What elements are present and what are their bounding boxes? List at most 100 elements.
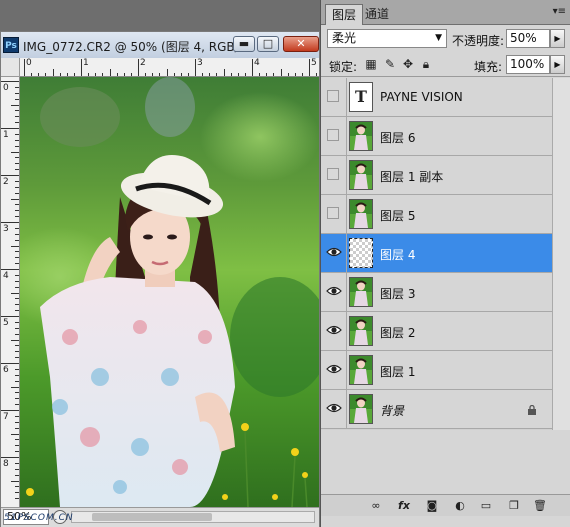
layer-row[interactable]: 背景 bbox=[321, 390, 552, 429]
panel-tabs: 图层 通道 ▾≡ bbox=[321, 0, 570, 25]
visibility-toggle[interactable] bbox=[321, 195, 347, 233]
ruler-tick bbox=[15, 204, 19, 206]
lock-position-move-icon[interactable]: ✥ bbox=[401, 57, 415, 71]
ruler-tick bbox=[15, 239, 19, 241]
ruler-label: 7 bbox=[3, 412, 9, 422]
trash-icon[interactable]: 🗑︎ bbox=[533, 499, 547, 513]
layer-photo-thumbnail bbox=[350, 122, 372, 150]
ruler-tick bbox=[15, 192, 19, 194]
layer-name[interactable]: 图层 2 bbox=[380, 324, 415, 341]
ruler-tick bbox=[11, 292, 19, 294]
ruler-label: 0 bbox=[26, 58, 32, 68]
layer-row[interactable]: 图层 3 bbox=[321, 273, 552, 312]
layer-name[interactable]: 图层 1 bbox=[380, 363, 415, 380]
layer-thumbnail[interactable] bbox=[349, 355, 373, 385]
layer-name[interactable]: 图层 5 bbox=[380, 207, 415, 224]
ruler-tick bbox=[1, 175, 19, 176]
layer-row[interactable]: T PAYNE VISION bbox=[321, 78, 552, 117]
lock-all-icon[interactable]: 🔒︎ bbox=[419, 57, 433, 71]
ruler-tick bbox=[11, 433, 19, 435]
ruler-tick bbox=[1, 457, 19, 458]
layers-scrollbar[interactable] bbox=[552, 78, 570, 430]
photo-girl-in-field bbox=[20, 77, 319, 507]
layer-row[interactable]: 图层 6 bbox=[321, 117, 552, 156]
layer-name[interactable]: 图层 1 副本 bbox=[380, 168, 443, 185]
layer-name[interactable]: 图层 4 bbox=[380, 246, 415, 263]
ruler-tick bbox=[15, 145, 19, 147]
layer-photo-thumbnail bbox=[350, 356, 372, 384]
fill-slider-button[interactable]: ▶ bbox=[550, 55, 565, 74]
tab-channels[interactable]: 通道 bbox=[359, 4, 395, 25]
new-layer-icon[interactable]: ❐ bbox=[507, 499, 521, 513]
layer-row[interactable]: 图层 4 bbox=[321, 234, 552, 273]
visibility-toggle[interactable] bbox=[321, 117, 347, 155]
group-icon[interactable]: ▭ bbox=[479, 499, 493, 513]
ruler-label: 3 bbox=[3, 224, 9, 234]
document-titlebar[interactable]: Ps IMG_0772.CR2 @ 50% (图层 4, RGB/... ▬ □… bbox=[1, 32, 319, 59]
layer-row[interactable]: 图层 2 bbox=[321, 312, 552, 351]
ruler-tick bbox=[15, 374, 19, 376]
close-button[interactable]: ✕ bbox=[283, 36, 319, 52]
layer-thumbnail[interactable] bbox=[349, 316, 373, 346]
ruler-origin[interactable] bbox=[1, 58, 20, 77]
layer-row[interactable]: 图层 5 bbox=[321, 195, 552, 234]
ruler-tick bbox=[15, 86, 19, 88]
tab-layers[interactable]: 图层 bbox=[325, 4, 364, 25]
ruler-tick bbox=[15, 304, 19, 306]
layer-row[interactable]: 图层 1 bbox=[321, 351, 552, 390]
visibility-toggle[interactable] bbox=[321, 156, 347, 194]
layer-thumbnail[interactable] bbox=[349, 160, 373, 190]
layer-name[interactable]: 图层 3 bbox=[380, 285, 415, 302]
blend-mode-select[interactable]: 柔光 ▼ bbox=[327, 29, 447, 48]
opacity-field[interactable]: 50% bbox=[506, 29, 550, 48]
visibility-toggle[interactable] bbox=[321, 234, 347, 272]
visibility-toggle[interactable] bbox=[321, 273, 347, 311]
layer-thumbnail[interactable] bbox=[349, 238, 373, 268]
visibility-toggle[interactable] bbox=[321, 312, 347, 350]
image-canvas[interactable] bbox=[20, 77, 319, 507]
adjustment-icon[interactable]: ◐ bbox=[453, 499, 467, 513]
ruler-label: 2 bbox=[3, 177, 9, 187]
horizontal-ruler[interactable]: 0 1 2 3 4 5 bbox=[20, 58, 319, 77]
opacity-label: 不透明度: bbox=[452, 34, 505, 48]
fx-icon[interactable]: fx bbox=[397, 499, 411, 513]
layer-name[interactable]: 背景 bbox=[380, 402, 404, 419]
ruler-tick bbox=[15, 392, 19, 394]
maximize-button[interactable]: □ bbox=[257, 36, 279, 52]
lock-pixels-brush-icon[interactable]: ✎ bbox=[383, 57, 397, 71]
layer-thumbnail[interactable] bbox=[349, 394, 373, 424]
horizontal-scrollbar[interactable] bbox=[71, 511, 315, 523]
ruler-tick bbox=[15, 474, 19, 476]
layer-thumbnail[interactable] bbox=[349, 199, 373, 229]
layer-thumbnail[interactable] bbox=[349, 121, 373, 151]
ruler-tick bbox=[1, 410, 19, 411]
link-icon[interactable]: ∞ bbox=[369, 499, 383, 513]
minimize-button[interactable]: ▬ bbox=[233, 36, 255, 52]
layer-thumbnail[interactable]: T bbox=[349, 82, 373, 112]
vertical-ruler[interactable]: 0 1 2 3 4 5 6 7 8 bbox=[1, 77, 20, 507]
ruler-tick bbox=[11, 386, 19, 388]
eye-icon bbox=[326, 364, 342, 374]
layers-list: T PAYNE VISION 图层 6 图层 1 副本 图层 5 图层 4 图层 3 图层 2… bbox=[321, 78, 552, 430]
layer-name[interactable]: 图层 6 bbox=[380, 129, 415, 146]
layer-photo-thumbnail bbox=[350, 161, 372, 189]
ruler-tick bbox=[15, 133, 19, 135]
opacity-slider-button[interactable]: ▶ bbox=[550, 29, 565, 48]
fill-field[interactable]: 100% bbox=[506, 55, 550, 74]
ruler-tick bbox=[1, 363, 19, 364]
layer-name[interactable]: PAYNE VISION bbox=[380, 90, 463, 104]
visibility-toggle[interactable] bbox=[321, 351, 347, 389]
ruler-tick bbox=[15, 169, 19, 171]
layer-thumbnail[interactable] bbox=[349, 277, 373, 307]
ruler-tick bbox=[15, 257, 19, 259]
mask-icon[interactable]: ◙ bbox=[425, 499, 439, 513]
layer-row[interactable]: 图层 1 副本 bbox=[321, 156, 552, 195]
lock-transparent-icon[interactable]: ▦ bbox=[364, 57, 378, 71]
panel-menu-icon[interactable]: ▾≡ bbox=[553, 6, 566, 17]
visibility-toggle[interactable] bbox=[321, 390, 347, 428]
scrollbar-thumb[interactable] bbox=[92, 513, 212, 521]
ruler-tick bbox=[15, 468, 19, 470]
visibility-toggle[interactable] bbox=[321, 78, 347, 116]
ruler-tick bbox=[11, 480, 19, 482]
ruler-tick bbox=[15, 286, 19, 288]
